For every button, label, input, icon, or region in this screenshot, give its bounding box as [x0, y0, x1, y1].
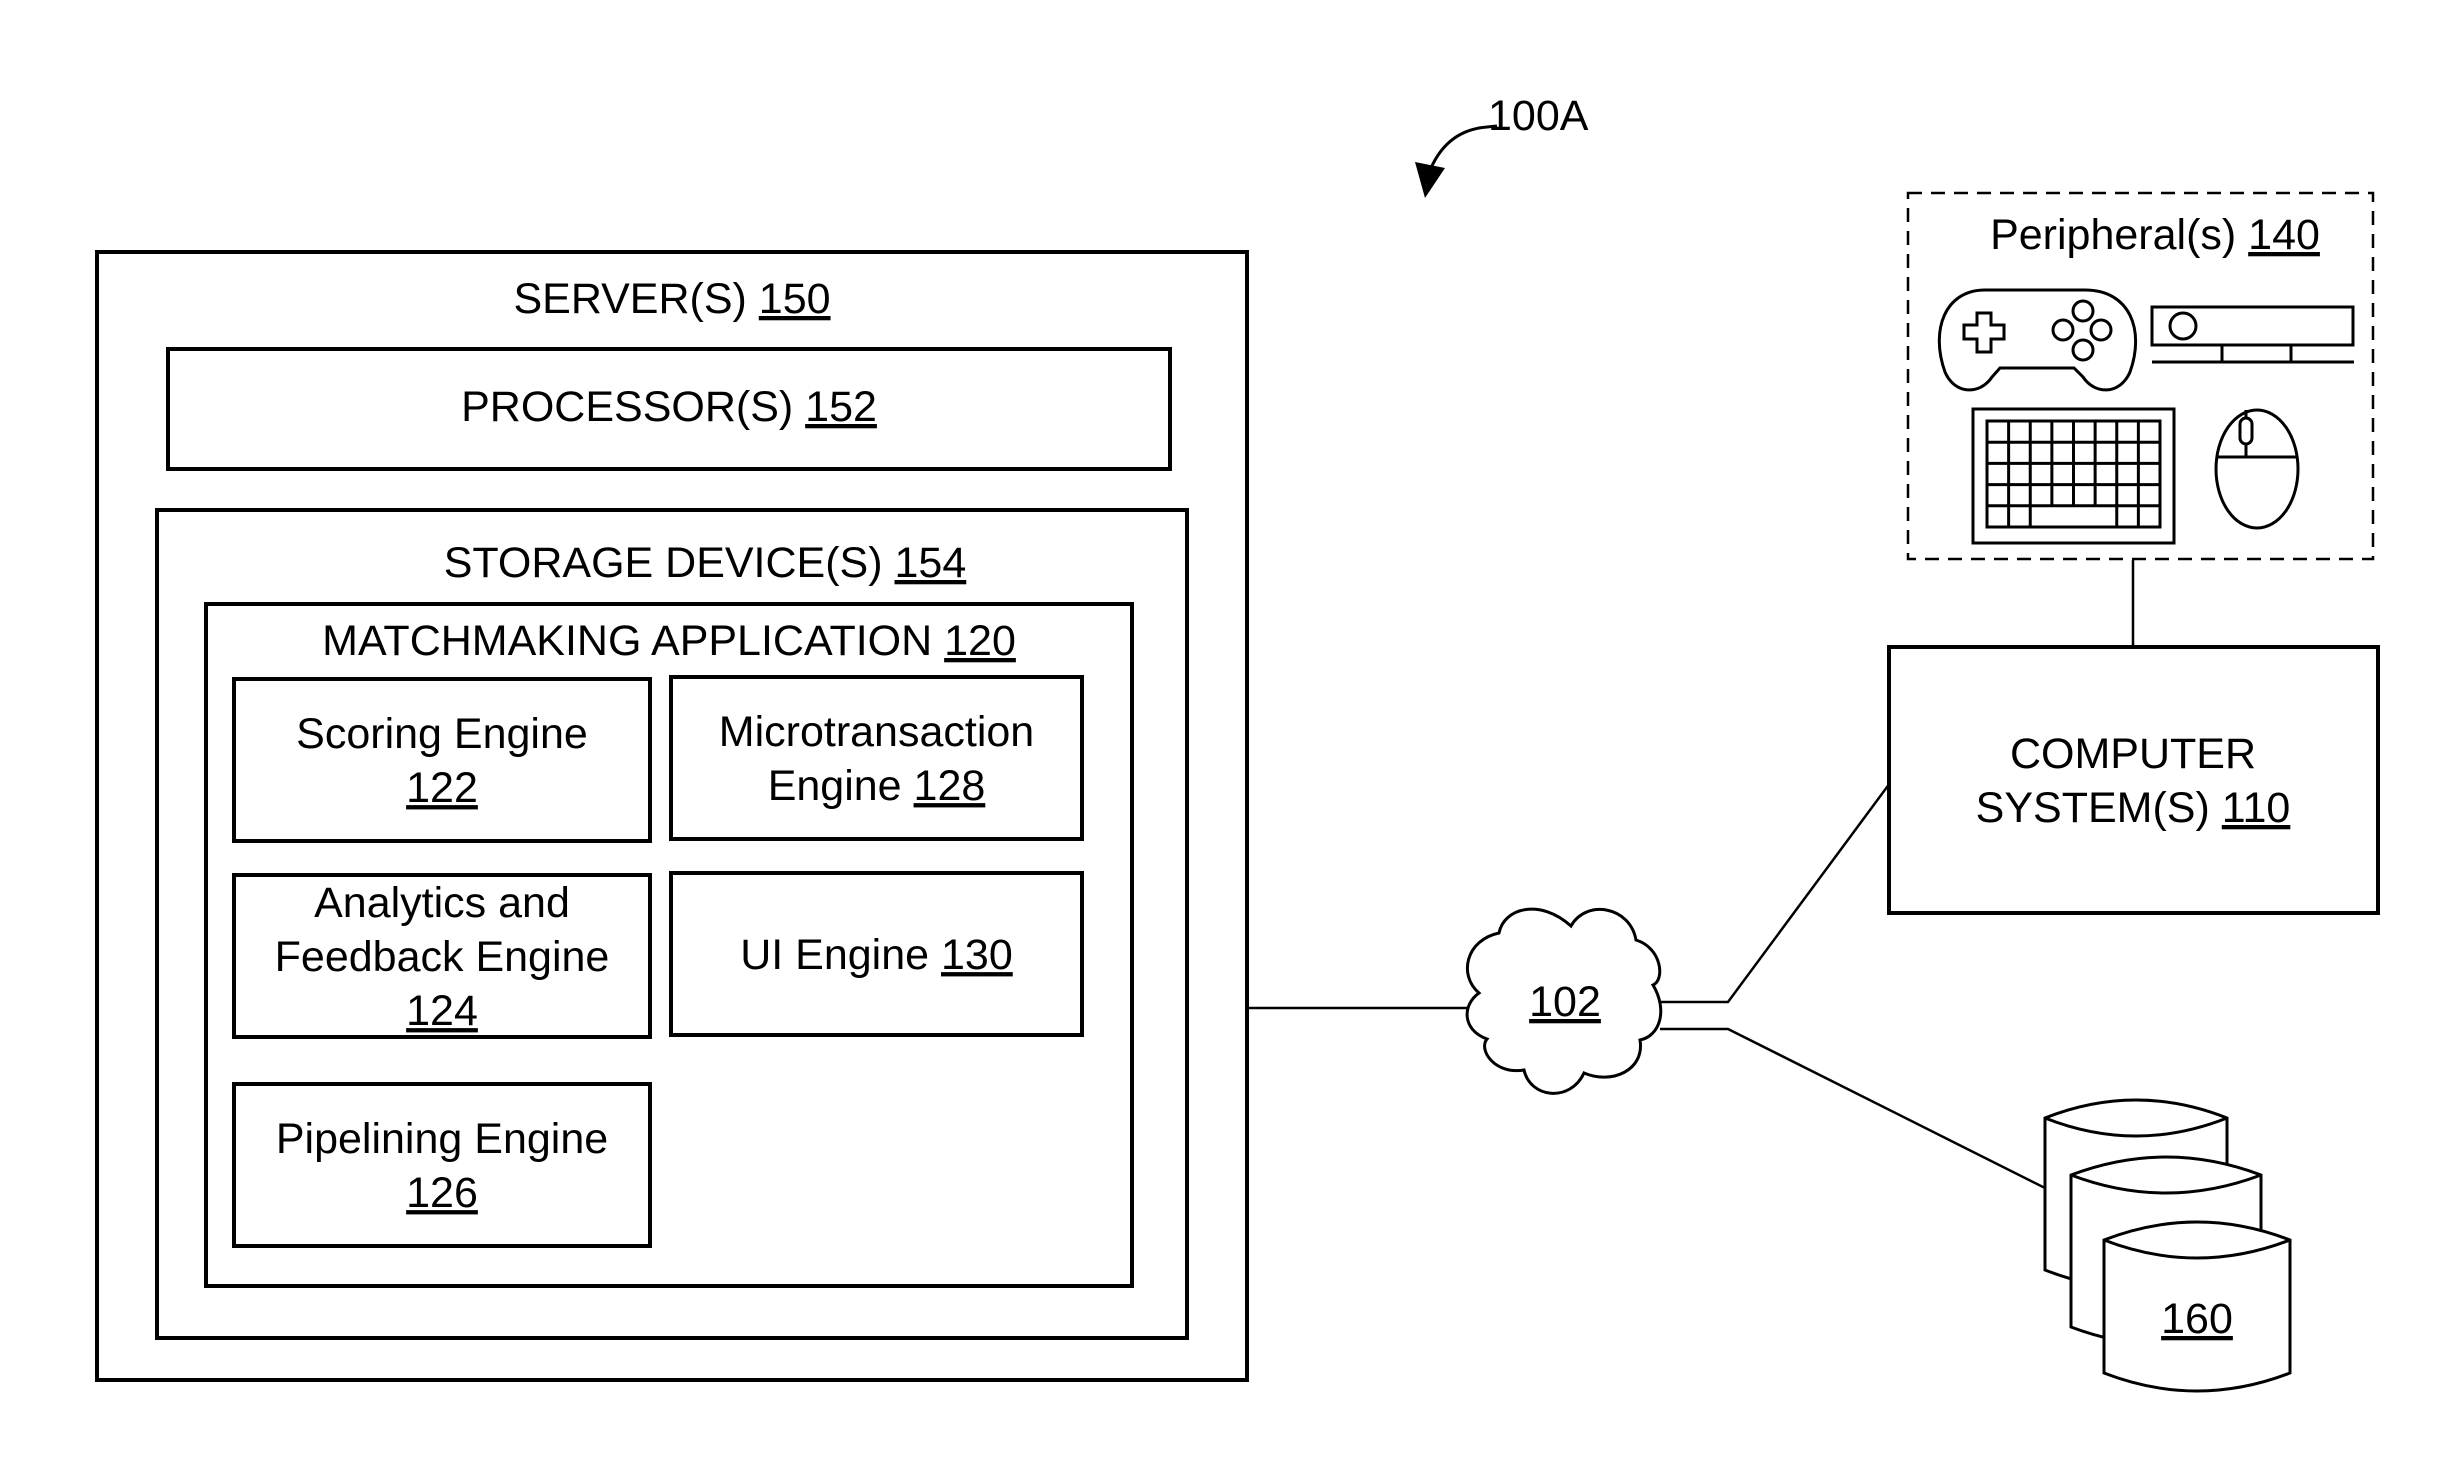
mouse-icon [2214, 408, 2300, 530]
peripherals-title: Peripheral(s) 140 [1990, 211, 2320, 259]
computer-system-ref: 110 [2222, 784, 2291, 832]
matchmaking-application-label: MATCHMAKING APPLICATION [322, 617, 932, 665]
matchmaking-application-title: MATCHMAKING APPLICATION 120 [322, 617, 1016, 665]
computer-system-line2: SYSTEM(S) 110 [1976, 784, 2291, 832]
diagram-canvas: 100A SERVER(S) 150 PROCESSOR(S) 152 STOR… [0, 0, 2454, 1468]
database-stack[interactable]: 160 [2043, 1098, 2292, 1393]
engine-label-line: Microtransaction [719, 708, 1034, 756]
engine-122[interactable]: Scoring Engine 122 [232, 677, 652, 843]
system-diagram: 100A SERVER(S) 150 PROCESSOR(S) 152 STOR… [95, 92, 2380, 1393]
figure-reference: 100A [1415, 92, 1589, 198]
network-computer-link [1660, 782, 1892, 1004]
processor-title: PROCESSOR(S) 152 [461, 383, 877, 431]
engine-label: Microtransaction [719, 708, 1034, 756]
engine-ref: 124 [406, 987, 478, 1035]
camera-sensor-icon [2150, 305, 2355, 364]
engine-126[interactable]: Pipelining Engine 126 [232, 1082, 652, 1248]
server-label: SERVER(S) [513, 275, 746, 323]
network-database-link [1660, 1027, 2046, 1190]
engine-label-line: Analytics and [314, 879, 570, 927]
engine-label-line: Scoring Engine [296, 710, 588, 758]
peripherals-ref: 140 [2248, 211, 2320, 259]
engine-130[interactable]: UI Engine 130 [669, 871, 1084, 1037]
engine-ref: 122 [406, 764, 478, 812]
network-cloud[interactable]: 102 [1465, 907, 1663, 1095]
keyboard-icon [1971, 407, 2176, 545]
engine-label-line: Engine 128 [768, 762, 986, 810]
server-title: SERVER(S) 150 [513, 275, 830, 323]
server-ref: 150 [759, 275, 831, 323]
engine-ref: 130 [941, 931, 1013, 979]
figure-reference-label: 100A [1488, 92, 1589, 140]
peripherals-group[interactable]: Peripheral(s) 140 [1906, 191, 2375, 561]
engine-label: Feedback Engine [275, 933, 610, 981]
storage-ref: 154 [895, 539, 967, 587]
engine-128[interactable]: Microtransaction Engine 128 [669, 675, 1084, 841]
database-ref: 160 [2161, 1295, 2233, 1343]
processor-label: PROCESSOR(S) [461, 383, 793, 431]
engine-label-line: Pipelining Engine [276, 1115, 608, 1163]
engine-label: UI Engine [740, 931, 929, 979]
storage-title: STORAGE DEVICE(S) 154 [444, 539, 967, 587]
engine-label: Engine [768, 762, 902, 810]
engine-124[interactable]: Analytics and Feedback Engine 124 [232, 873, 652, 1039]
engine-ref: 126 [406, 1169, 478, 1217]
engine-box[interactable] [232, 1082, 652, 1248]
computer-system-box[interactable] [1887, 645, 2380, 915]
server-block[interactable]: SERVER(S) 150 PROCESSOR(S) 152 STORAGE D… [95, 250, 1249, 1382]
network-ref: 102 [1529, 978, 1601, 1026]
storage-label: STORAGE DEVICE(S) [444, 539, 883, 587]
computer-system-label: SYSTEM(S) [1976, 784, 2210, 832]
engine-box[interactable] [232, 677, 652, 843]
processor-ref: 152 [805, 383, 877, 431]
engine-ref: 128 [914, 762, 986, 810]
peripherals-label: Peripheral(s) [1990, 211, 2236, 259]
engine-label: Scoring Engine [296, 710, 588, 758]
engine-label: Pipelining Engine [276, 1115, 608, 1163]
engine-label: Analytics and [314, 879, 570, 927]
engine-label-line: UI Engine 130 [740, 931, 1013, 979]
engine-label-line: Feedback Engine [275, 933, 610, 981]
engine-box[interactable] [669, 675, 1084, 841]
computer-system-line1: COMPUTER [2010, 730, 2256, 778]
matchmaking-application-ref: 120 [944, 617, 1016, 665]
reference-arrowhead-icon [1415, 162, 1445, 198]
computer-system-block[interactable]: COMPUTER SYSTEM(S) 110 [1887, 645, 2380, 915]
gamepad-icon [1937, 288, 2138, 392]
